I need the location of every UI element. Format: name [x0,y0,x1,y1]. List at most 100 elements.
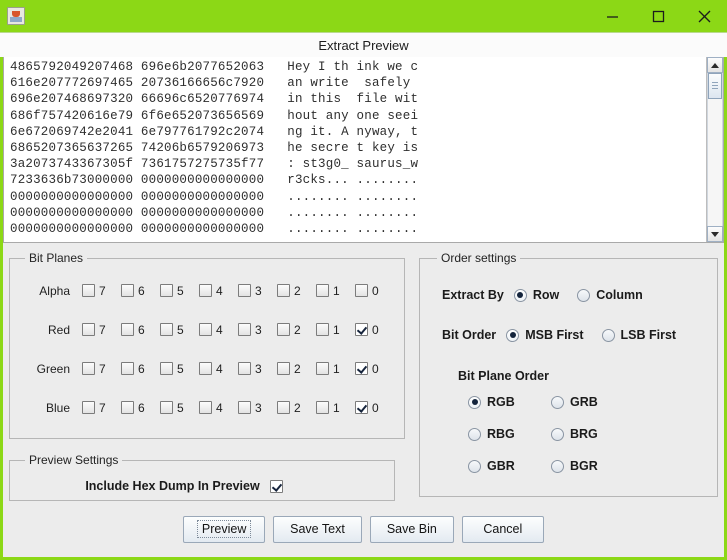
bit-plane-order-option-grb[interactable]: GRB [551,395,616,409]
preview-vertical-scrollbar[interactable] [706,57,723,242]
bit-number-label: 5 [177,361,184,376]
bit-plane-order-option-bgr[interactable]: BGR [551,459,616,473]
bit-plane-order-option-rgb[interactable]: RGB [468,395,533,409]
bit-plane-row-green: Green 7 6 5 4 3 2 1 0 [20,349,394,388]
checkbox-green-bit-7[interactable] [82,362,95,375]
extract-by-option-column[interactable]: Column [577,288,643,302]
checkbox-blue-bit-2[interactable] [277,401,290,414]
minimize-icon[interactable] [589,0,635,32]
bit-number-label: 7 [99,322,106,337]
checkbox-green-bit-4[interactable] [199,362,212,375]
bit-plane-order-option-brg[interactable]: BRG [551,427,616,441]
hex-dump-textarea[interactable]: 4865792049207468 696e6b2077652063 Hey I … [4,57,706,242]
checkbox-alpha-bit-0[interactable] [355,284,368,297]
radio-indicator[interactable] [468,427,481,441]
checkbox-alpha-bit-3[interactable] [238,284,251,297]
bit-plane-cell: 4 [199,401,238,415]
include-hex-dump-label: Include Hex Dump In Preview [85,479,260,493]
radio-indicator[interactable] [468,395,481,409]
checkbox-alpha-bit-5[interactable] [160,284,173,297]
order-settings-group: Order settings Extract By Row Column Bit … [419,251,718,497]
checkbox-red-bit-0[interactable] [355,323,368,336]
cancel-button[interactable]: Cancel [461,515,544,543]
extract-by-option-row[interactable]: Row [513,288,559,302]
checkbox-red-bit-7[interactable] [82,323,95,336]
bit-plane-cell: 4 [199,284,238,298]
checkbox-red-bit-3[interactable] [238,323,251,336]
hex-preview-panel: 4865792049207468 696e6b2077652063 Hey I … [3,57,724,243]
bit-plane-cell: 2 [277,284,316,298]
scrollbar-track[interactable] [707,73,723,226]
include-hex-dump-checkbox[interactable] [269,479,283,493]
extract-by-row: Extract By Row Column [432,275,705,315]
checkbox-alpha-bit-4[interactable] [199,284,212,297]
checkbox-alpha-bit-6[interactable] [121,284,134,297]
checkbox-green-bit-3[interactable] [238,362,251,375]
title-bar [0,0,727,32]
radio-indicator[interactable] [577,288,591,302]
checkbox-red-bit-2[interactable] [277,323,290,336]
bit-number-label: 4 [216,400,223,415]
bit-number-label: 0 [372,322,379,337]
checkbox-red-bit-4[interactable] [199,323,212,336]
checkbox-blue-bit-3[interactable] [238,401,251,414]
checkbox-blue-bit-6[interactable] [121,401,134,414]
checkbox-blue-bit-0[interactable] [355,401,368,414]
bit-plane-order-option-rbg[interactable]: RBG [468,427,533,441]
maximize-icon[interactable] [635,0,681,32]
save-bin-button[interactable]: Save Bin [369,515,454,543]
checkbox-green-bit-1[interactable] [316,362,329,375]
bit-number-label: 7 [99,400,106,415]
scrollbar-thumb[interactable] [708,73,722,99]
checkbox-green-bit-6[interactable] [121,362,134,375]
radio-indicator[interactable] [551,395,564,409]
checkbox-red-bit-5[interactable] [160,323,173,336]
checkbox-green-bit-5[interactable] [160,362,173,375]
checkbox-green-bit-2[interactable] [277,362,290,375]
checkbox-alpha-bit-1[interactable] [316,284,329,297]
checkbox-green-bit-0[interactable] [355,362,368,375]
bit-plane-row-alpha: Alpha 7 6 5 4 3 2 1 0 [20,271,394,310]
scroll-up-button[interactable] [707,57,723,73]
extract-by-options: Row Column [513,288,661,302]
radio-indicator[interactable] [601,328,615,342]
radio-label: GRB [570,395,598,409]
radio-indicator[interactable] [551,459,564,473]
bit-plane-cell: 5 [160,284,199,298]
bit-order-option-msb-first[interactable]: MSB First [506,328,584,342]
preview-button[interactable]: Preview [183,515,266,543]
bit-number-label: 0 [372,361,379,376]
checkbox-blue-bit-5[interactable] [160,401,173,414]
radio-indicator[interactable] [513,288,527,302]
checkbox-blue-bit-4[interactable] [199,401,212,414]
bit-plane-cell: 4 [199,362,238,376]
close-icon[interactable] [681,0,727,32]
bit-number-label: 0 [372,400,379,415]
scroll-down-button[interactable] [707,226,723,242]
bit-plane-cell: 0 [355,401,394,415]
bit-plane-cell: 1 [316,323,355,337]
bit-number-label: 6 [138,322,145,337]
checkbox-alpha-bit-7[interactable] [82,284,95,297]
page-title: Extract Preview [318,37,409,53]
radio-label: GBR [487,459,515,473]
bit-number-label: 1 [333,400,340,415]
radio-label: MSB First [525,328,584,342]
checkbox-red-bit-6[interactable] [121,323,134,336]
radio-indicator[interactable] [506,328,520,342]
bit-plane-cell: 6 [121,362,160,376]
hex-dump-line: 0000000000000000 0000000000000000 ......… [10,189,419,204]
radio-indicator[interactable] [551,427,564,441]
radio-label: BRG [570,427,598,441]
save-text-button[interactable]: Save Text [273,515,362,543]
checkbox-blue-bit-1[interactable] [316,401,329,414]
bit-plane-channel-label: Green [36,361,70,376]
radio-indicator[interactable] [468,459,481,473]
bit-plane-order-option-gbr[interactable]: GBR [468,459,533,473]
dialog-content: 4865792049207468 696e6b2077652063 Hey I … [3,57,724,557]
bit-order-option-lsb-first[interactable]: LSB First [601,328,676,342]
checkbox-blue-bit-7[interactable] [82,401,95,414]
checkbox-alpha-bit-2[interactable] [277,284,290,297]
bit-number-label: 1 [333,361,340,376]
checkbox-red-bit-1[interactable] [316,323,329,336]
